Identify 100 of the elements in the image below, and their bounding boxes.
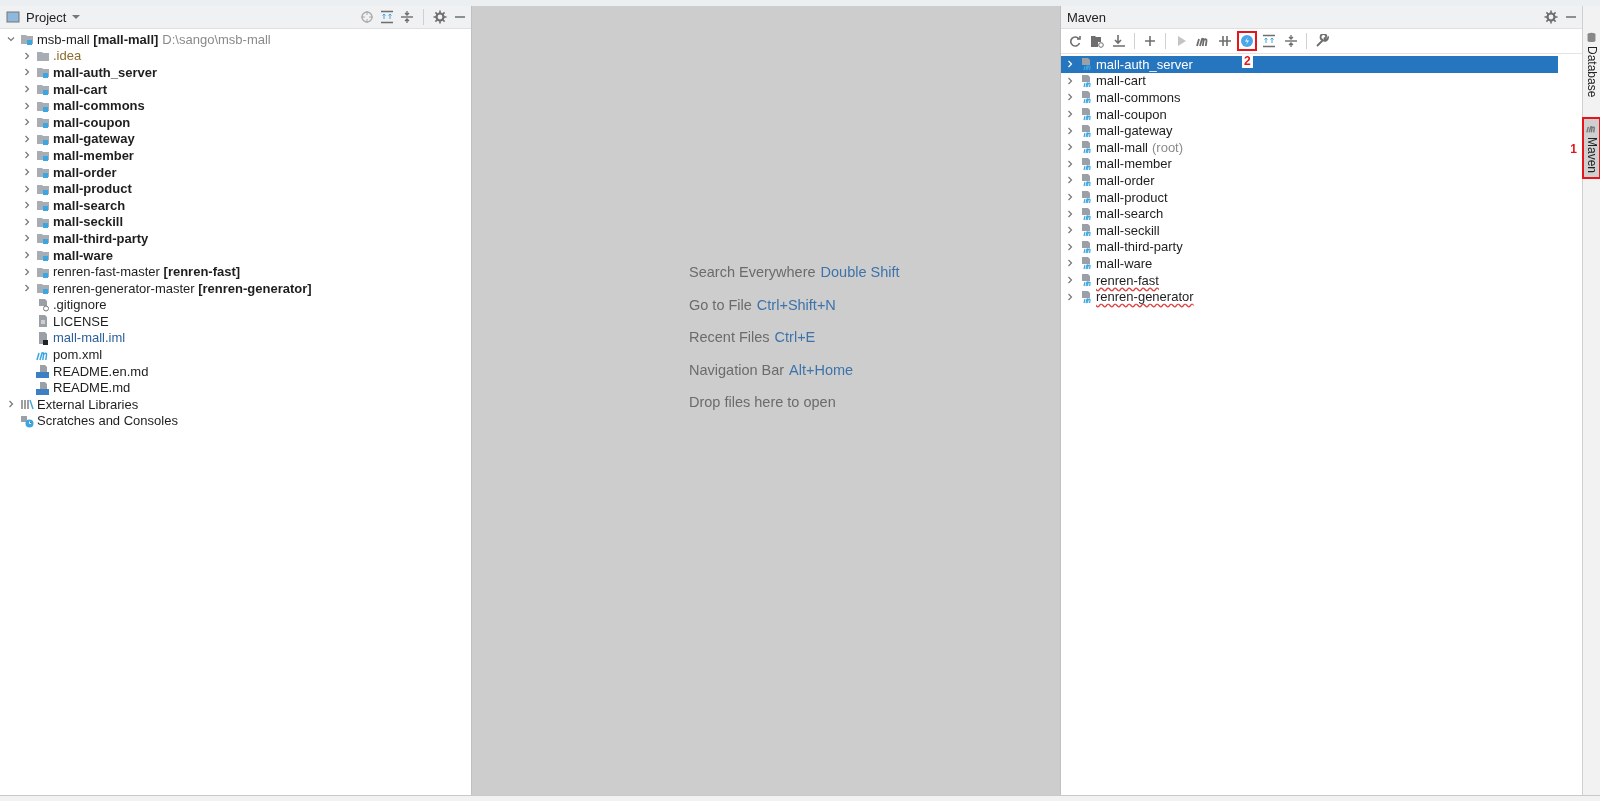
chevron-icon[interactable] (1065, 158, 1075, 169)
tree-item-label[interactable]: mall-auth_server (53, 65, 158, 80)
chevron-icon[interactable] (22, 283, 32, 294)
tree-item-label[interactable]: msb-mall [mall-mall] (37, 31, 159, 47)
chevron-icon[interactable] (22, 216, 32, 227)
tree-item-label[interactable]: Scratches and Consoles (37, 413, 178, 429)
chevron-icon[interactable] (1065, 258, 1075, 269)
module-folder-icon (36, 165, 50, 180)
maven-module-icon (1079, 123, 1093, 138)
chevron-icon[interactable] (22, 200, 32, 211)
database-icon (1586, 32, 1597, 43)
chevron-icon[interactable] (22, 84, 32, 95)
maven-module-icon (1079, 223, 1093, 238)
maven-project-row[interactable]: mall-mall (root) (1061, 138, 1558, 156)
chevron-icon[interactable] (1065, 59, 1075, 70)
tree-item-label[interactable]: mall-commons (53, 98, 145, 114)
maven-project-row[interactable]: mall-gateway (1061, 122, 1558, 139)
folder-reload-icon (1090, 34, 1104, 48)
tree-item-label[interactable]: .idea (53, 48, 82, 64)
maven-module-icon (1079, 273, 1093, 287)
panel-title[interactable]: Project (26, 9, 67, 25)
chevron-icon[interactable] (22, 250, 32, 260)
maven-module-icon (1079, 107, 1093, 122)
maven-project-row[interactable]: mall-commons (1061, 89, 1558, 106)
chevron-icon[interactable] (1065, 241, 1075, 252)
maven-project-row[interactable]: mall-member (1061, 155, 1558, 173)
hint-text: Search Everywhere (689, 264, 816, 280)
tree-item-label[interactable]: renren-generator-master [renren-generator] (53, 280, 312, 296)
hint-text: Recent Files (689, 329, 770, 345)
maven-project-row[interactable]: renren-generator (1061, 288, 1558, 305)
hint-text: Drop files here to open (689, 394, 836, 410)
tree-item-label[interactable]: mall-mall.iml (53, 330, 126, 346)
tree-item-label[interactable]: LICENSE (53, 313, 109, 329)
chevron-icon[interactable] (22, 117, 32, 128)
tree-item-label[interactable]: .gitignore (53, 297, 107, 313)
chevron-icon[interactable] (22, 100, 32, 111)
file-icon (36, 297, 50, 312)
panel-title: Maven (1067, 9, 1107, 25)
maven-project-row[interactable]: mall-seckill (1061, 221, 1558, 239)
chevron-icon[interactable] (22, 266, 32, 277)
chevron-icon[interactable] (6, 399, 16, 410)
chevron-icon[interactable] (1065, 275, 1075, 285)
tree-item-label[interactable]: README.md (53, 380, 131, 396)
tree-item-label[interactable]: External Libraries (37, 396, 139, 412)
chevron-icon[interactable] (1065, 175, 1075, 186)
maven-project-row[interactable]: renren-fast (1061, 271, 1558, 289)
chevron-icon[interactable] (1065, 225, 1075, 236)
tree-item-label[interactable]: mall-order (53, 164, 117, 180)
tree-item-label[interactable]: mall-gateway (53, 131, 135, 147)
module-folder-icon (36, 115, 50, 130)
hint-text: Navigation Bar (689, 361, 785, 378)
chevron-icon[interactable] (22, 50, 32, 61)
tree-item-label[interactable]: mall-cart (53, 81, 108, 97)
chevron-icon[interactable] (1065, 142, 1075, 153)
caret-icon[interactable] (72, 14, 81, 20)
tree-item-label[interactable]: mall-third-party (53, 230, 149, 246)
chevron-icon[interactable] (1065, 92, 1075, 103)
tree-item-label[interactable]: mall-coupon (53, 114, 131, 130)
collapse-all-icon (1284, 34, 1298, 48)
tree-item-label[interactable]: mall-seckill (53, 214, 124, 230)
maven-module-icon (1079, 57, 1093, 72)
chevron-icon[interactable] (22, 183, 32, 194)
shortcut-text: Ctrl+E (774, 329, 816, 345)
maven-project-row[interactable]: mall-order (1061, 172, 1558, 189)
chevron-icon[interactable] (22, 167, 32, 178)
chevron-icon[interactable] (1065, 291, 1075, 302)
chevron-icon[interactable] (22, 233, 32, 244)
chevron-icon[interactable] (1065, 109, 1075, 120)
tree-item-label[interactable]: mall-search (53, 197, 126, 213)
reload-icon (1068, 34, 1082, 48)
tree-item-label[interactable]: mall-product (53, 181, 132, 197)
settings-icon (433, 10, 447, 24)
tree-item-label[interactable]: mall-ware (53, 247, 113, 263)
maven-project-row[interactable]: mall-coupon (1061, 105, 1558, 123)
shortcut-text: Alt+Home (789, 361, 854, 378)
chevron-icon[interactable] (22, 133, 32, 144)
lightning-icon (1240, 34, 1254, 48)
maven-project-row[interactable]: mall-third-party (1061, 238, 1558, 256)
tree-item-label[interactable]: pom.xml (53, 347, 103, 363)
scratches-icon (20, 413, 34, 428)
maven-project-row[interactable]: mall-product (1061, 188, 1558, 206)
chevron-icon[interactable] (22, 67, 32, 78)
tree-item-label[interactable]: README.en.md (53, 363, 149, 379)
hint-text: Go to File (689, 296, 752, 313)
maven-project-row[interactable]: mall-ware (1061, 255, 1558, 272)
settings-icon (1544, 10, 1558, 24)
chevron-icon[interactable] (1065, 208, 1075, 219)
maven-m-icon (1586, 123, 1597, 135)
side-tab[interactable]: Database (1582, 26, 1600, 104)
chevron-icon[interactable] (1065, 192, 1075, 203)
crosshair-icon (360, 10, 374, 24)
maven-module-icon (1079, 140, 1093, 155)
chevron-icon[interactable] (1065, 75, 1075, 86)
maven-module-icon (1079, 256, 1093, 271)
chevron-icon[interactable] (1065, 125, 1075, 136)
tree-item-label[interactable]: renren-fast-master [renren-fast] (53, 264, 241, 280)
tree-item-label[interactable]: mall-member (53, 147, 134, 163)
chevron-icon[interactable] (22, 150, 32, 161)
maven-project-row[interactable]: mall-cart (1061, 72, 1558, 90)
maven-project-row[interactable]: mall-search (1061, 205, 1558, 222)
